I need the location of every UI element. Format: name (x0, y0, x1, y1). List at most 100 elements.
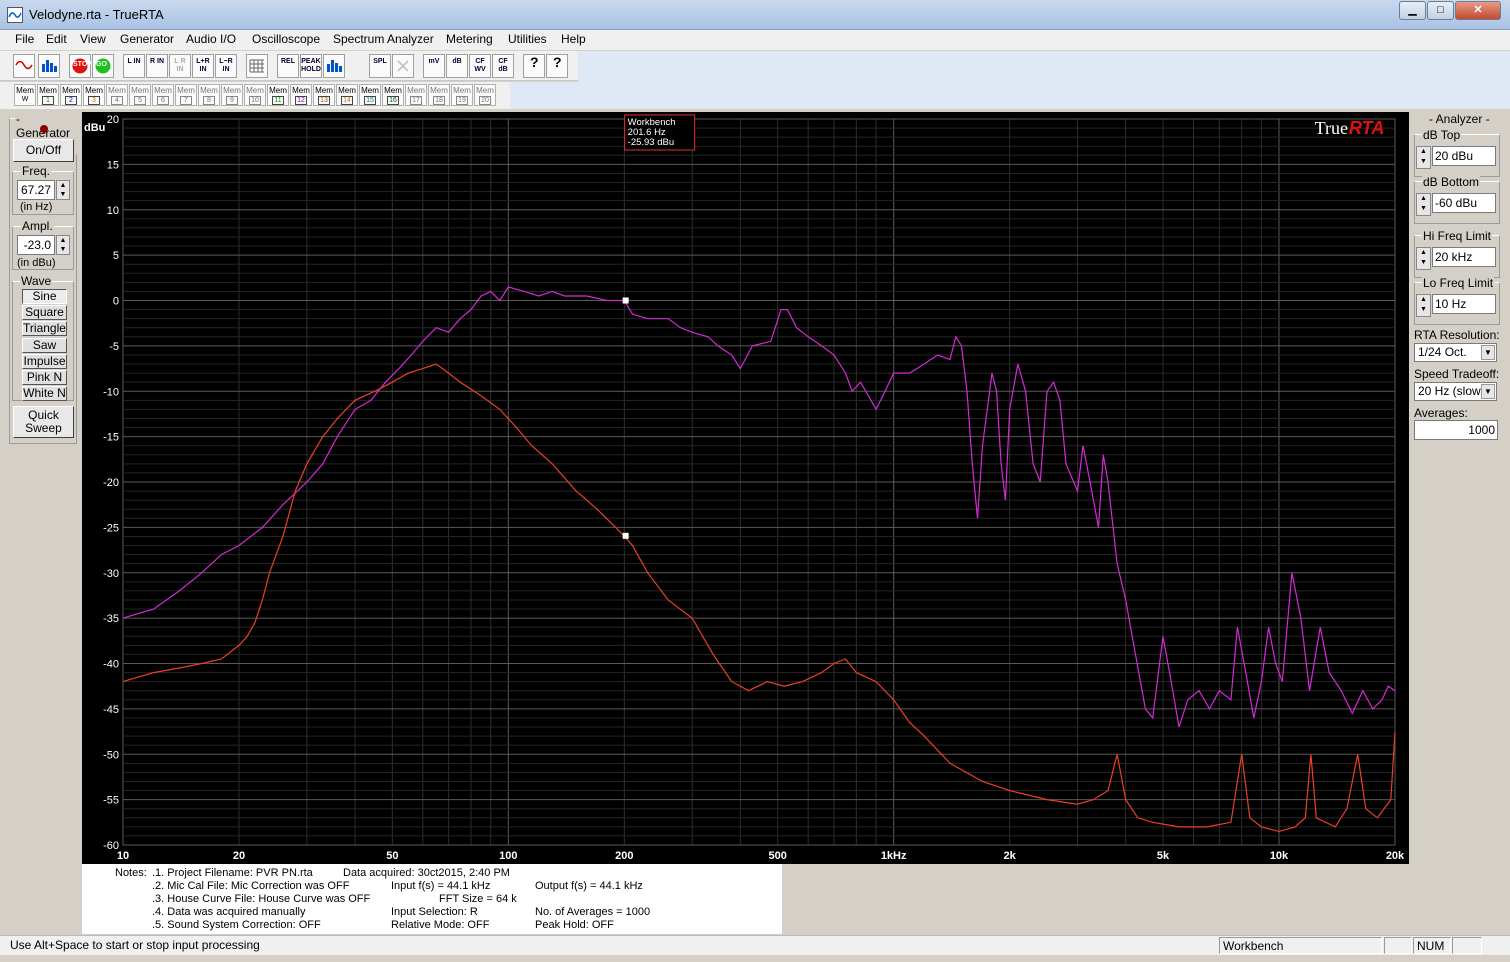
cf-db-button[interactable]: CF dB (492, 54, 514, 78)
cf-wv-button[interactable]: CF WV (469, 54, 491, 78)
wave-sine-button[interactable]: Sine (22, 289, 67, 304)
bar-graph-button[interactable] (323, 54, 345, 78)
rta-resolution-label: RTA Resolution: (1414, 328, 1500, 342)
l-plus-r-in-button-label: L+R IN (196, 58, 210, 73)
wave-triangle-button[interactable]: Triangle (22, 321, 67, 336)
memory-button-2[interactable]: Mem 2 (60, 84, 82, 106)
l-r-in-button[interactable]: L R IN (169, 54, 191, 78)
menu-audio-io[interactable]: Audio I/O (186, 32, 236, 46)
db-bottom-input[interactable]: -60 dBu (1432, 193, 1496, 213)
rta-resolution-select[interactable]: 1/24 Oct. ▼ (1414, 343, 1497, 362)
memory-button-7[interactable]: Mem 7 (175, 84, 197, 106)
averages-input[interactable]: 1000 (1414, 420, 1498, 440)
freq-spinner[interactable]: ▲ ▼ (56, 180, 70, 200)
grid-button[interactable] (246, 54, 268, 78)
ampl-input[interactable]: -23.0 (17, 235, 55, 255)
memory-button-W[interactable]: Mem W (14, 84, 36, 106)
memory-button-11[interactable]: Mem 11 (267, 84, 289, 106)
memory-button-12[interactable]: Mem 12 (290, 84, 312, 106)
spectrum-bars-icon (40, 60, 58, 74)
memory-button-10[interactable]: Mem 10 (244, 84, 266, 106)
l-in-button-label: L IN (127, 58, 141, 65)
note-line-4: .4. Data was acquired manually (152, 906, 306, 918)
wave-pink-noise-button[interactable]: Pink N (22, 370, 67, 385)
memory-button-15[interactable]: Mem 15 (359, 84, 381, 106)
toolbar-background (578, 51, 1510, 109)
menu-help[interactable]: Help (561, 32, 586, 46)
db-button[interactable]: dB (446, 54, 468, 78)
quick-sweep-button[interactable]: Quick Sweep (13, 406, 74, 438)
minimize-button[interactable]: ▁ (1399, 1, 1426, 20)
memory-slot-number: 19 (456, 96, 468, 105)
menu-oscilloscope[interactable]: Oscilloscope (252, 32, 320, 46)
db-top-spinner[interactable]: ▲ ▼ (1416, 146, 1431, 169)
wave-square-button[interactable]: Square (22, 305, 67, 320)
memory-button-18[interactable]: Mem 18 (428, 84, 450, 106)
go-button[interactable]: GO (92, 54, 114, 78)
note-averages: No. of Averages = 1000 (535, 906, 651, 918)
l-in-button[interactable]: L IN (123, 54, 145, 78)
l-plus-r-in-button[interactable]: L+R IN (192, 54, 214, 78)
memory-button-8[interactable]: Mem 8 (198, 84, 220, 106)
menu-view[interactable]: View (80, 32, 106, 46)
memory-button-4[interactable]: Mem 4 (106, 84, 128, 106)
memory-button-14[interactable]: Mem 14 (336, 84, 358, 106)
note-data-acquired: Data acquired: 30ct2015, 2:40 PM (343, 867, 510, 879)
note-input-fs: Input f(s) = 44.1 kHz (391, 880, 491, 892)
memory-button-3[interactable]: Mem 3 (83, 84, 105, 106)
memory-button-20[interactable]: Mem 20 (474, 84, 496, 106)
close-button[interactable]: ✕ (1455, 1, 1501, 20)
peak-hold-button[interactable]: PEAK HOLD (300, 54, 322, 78)
memory-button-9[interactable]: Mem 9 (221, 84, 243, 106)
hi-freq-input[interactable]: 20 kHz (1432, 247, 1496, 267)
spectrum-graph[interactable]: 20 15 10 5 0 -5 -10 -15 -20 -25 -30 -35 -40 -45 -50 -55… (82, 112, 1409, 864)
r-in-button-label: R IN (150, 58, 164, 65)
db-bottom-spinner[interactable]: ▲ ▼ (1416, 193, 1431, 216)
spectrum-chart[interactable]: 20151050-5-10-15-20-25-30-35-40-45-50-55… (82, 112, 1409, 864)
sine-wave-button[interactable] (13, 54, 35, 78)
freq-unit: (in Hz) (20, 201, 53, 213)
menu-generator[interactable]: Generator (120, 32, 174, 46)
memory-button-13[interactable]: Mem 13 (313, 84, 335, 106)
y-tick-label: -5 (109, 341, 119, 353)
rel-button-label: REL (281, 58, 295, 65)
l-minus-r-in-button[interactable]: L−R IN (215, 54, 237, 78)
mv-button[interactable]: mV (423, 54, 445, 78)
help-button[interactable]: ? (523, 54, 545, 78)
lo-freq-input[interactable]: 10 Hz (1432, 294, 1496, 314)
menu-metering[interactable]: Metering (446, 32, 493, 46)
memory-button-5[interactable]: Mem 5 (129, 84, 151, 106)
close-x-button[interactable] (392, 54, 414, 78)
rel-button[interactable]: REL (277, 54, 299, 78)
stop-button[interactable]: STOP (69, 54, 92, 78)
note-relative-mode: Relative Mode: OFF (391, 919, 490, 931)
menu-utilities[interactable]: Utilities (508, 32, 547, 46)
menu-file[interactable]: File (15, 32, 34, 46)
memory-button-19[interactable]: Mem 19 (451, 84, 473, 106)
spectrum-button[interactable] (38, 54, 60, 78)
bar-graph-icon (325, 60, 343, 74)
memory-button-16[interactable]: Mem 16 (382, 84, 404, 106)
freq-input[interactable]: 67.27 (17, 180, 55, 200)
wave-white-noise-button[interactable]: White N (22, 386, 67, 401)
lo-freq-spinner[interactable]: ▲ ▼ (1416, 294, 1431, 317)
maximize-button[interactable]: □ (1427, 1, 1454, 20)
speed-tradeoff-select[interactable]: 20 Hz (slow) ▼ (1414, 382, 1497, 401)
r-in-button[interactable]: R IN (146, 54, 168, 78)
wave-saw-button[interactable]: Saw (22, 338, 67, 353)
ampl-spinner[interactable]: ▲ ▼ (56, 235, 70, 255)
menu-spectrum-analyzer[interactable]: Spectrum Analyzer (333, 32, 434, 46)
hi-freq-spinner[interactable]: ▲ ▼ (1416, 247, 1431, 270)
memory-button-6[interactable]: Mem 6 (152, 84, 174, 106)
go-button-label: GO (96, 61, 107, 68)
memory-button-17[interactable]: Mem 17 (405, 84, 427, 106)
help-icon (525, 69, 543, 76)
spl-button[interactable]: SPL (369, 54, 391, 78)
y-axis-label: dBu (84, 122, 105, 134)
context-help-button[interactable]: ? (546, 54, 568, 78)
db-top-input[interactable]: 20 dBu (1432, 146, 1496, 166)
memory-button-1[interactable]: Mem 1 (37, 84, 59, 106)
menu-edit[interactable]: Edit (46, 32, 67, 46)
wave-impulse-button[interactable]: Impulse (22, 354, 67, 369)
generator-on-off-button[interactable]: On/Off (13, 139, 74, 162)
